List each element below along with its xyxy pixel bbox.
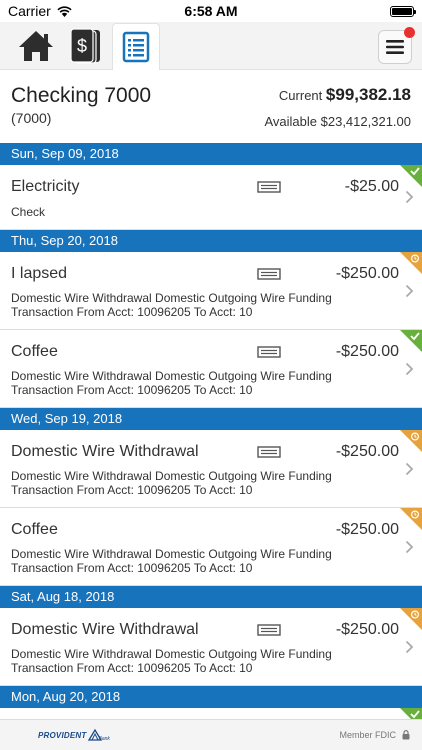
transaction-description: Domestic Wire Withdrawal Domestic Outgoi… bbox=[11, 469, 332, 497]
transaction-description: Domestic Wire Withdrawal Domestic Outgoi… bbox=[11, 291, 332, 319]
date-header: Mon, Aug 20, 2018 bbox=[0, 686, 422, 708]
home-icon bbox=[19, 31, 53, 61]
account-header: Checking 7000 (7000) Current $99,382.18 … bbox=[0, 70, 422, 142]
pending-status-icon bbox=[400, 252, 422, 274]
transaction-row[interactable]: Coffee -$250.00 Domestic Wire Withdrawal… bbox=[0, 330, 422, 408]
tab-home[interactable] bbox=[12, 23, 60, 69]
transaction-list[interactable]: Sun, Sep 09, 2018 Electricity -$25.00 Ch… bbox=[0, 143, 422, 719]
chevron-right-icon bbox=[405, 190, 414, 204]
chevron-right-icon bbox=[405, 462, 414, 475]
transaction-title: Domestic Wire Withdrawal bbox=[11, 621, 199, 638]
transaction-row[interactable]: Domestic Wire Withdrawal -$250.00 Domest… bbox=[0, 430, 422, 508]
check-image-icon[interactable] bbox=[257, 346, 281, 358]
hamburger-menu-icon bbox=[386, 40, 404, 54]
transaction-amount: -$250.00 bbox=[335, 443, 399, 460]
transaction-amount: -$250.00 bbox=[335, 343, 399, 360]
date-header: Wed, Sep 19, 2018 bbox=[0, 408, 422, 430]
status-bar: Carrier 6:58 AM bbox=[0, 0, 422, 22]
wifi-icon bbox=[57, 5, 72, 17]
member-fdic: Member FDIC bbox=[339, 730, 410, 740]
top-nav: $ bbox=[0, 22, 422, 70]
check-image-icon[interactable] bbox=[257, 446, 281, 458]
date-header: Thu, Sep 20, 2018 bbox=[0, 230, 422, 252]
account-balances: Current $99,382.18 Available $23,412,321… bbox=[264, 86, 411, 131]
chevron-right-icon bbox=[405, 640, 414, 653]
current-label: Current bbox=[278, 88, 323, 103]
document-list-icon bbox=[122, 31, 150, 63]
transaction-description: Domestic Wire Withdrawal Domestic Outgoi… bbox=[11, 547, 332, 575]
battery-icon bbox=[390, 5, 416, 17]
transaction-description: Check bbox=[11, 205, 46, 219]
chevron-right-icon bbox=[405, 540, 414, 553]
pending-status-icon bbox=[400, 430, 422, 452]
menu-button[interactable] bbox=[378, 27, 415, 64]
transaction-description: Domestic Wire Withdrawal Domestic Outgoi… bbox=[11, 647, 332, 675]
transaction-amount: -$25.00 bbox=[344, 178, 399, 195]
transaction-amount: -$250.00 bbox=[335, 265, 399, 282]
current-balance: $99,382.18 bbox=[325, 85, 411, 104]
cash-icon: $ bbox=[70, 28, 100, 64]
tab-money[interactable]: $ bbox=[62, 23, 110, 69]
transaction-row[interactable]: Domestic Wire Withdrawal -$250.00 Domest… bbox=[0, 608, 422, 686]
chevron-right-icon bbox=[405, 284, 414, 297]
transaction-title: Domestic Wire Withdrawal bbox=[11, 443, 199, 460]
cleared-status-icon bbox=[400, 165, 422, 187]
available-balance: $23,412,321.00 bbox=[320, 114, 411, 129]
date-header: Sat, Aug 18, 2018 bbox=[0, 586, 422, 608]
chevron-right-icon bbox=[405, 362, 414, 375]
carrier-label: Carrier bbox=[8, 3, 51, 19]
transaction-amount: -$250.00 bbox=[335, 621, 399, 638]
transaction-description: Domestic Wire Withdrawal Domestic Outgoi… bbox=[11, 369, 332, 397]
transaction-title: I lapsed bbox=[11, 265, 68, 282]
check-image-icon[interactable] bbox=[257, 624, 281, 636]
transaction-row[interactable] bbox=[0, 708, 422, 719]
footer: PROVIDENT Bank Member FDIC bbox=[0, 719, 422, 750]
date-header: Sun, Sep 09, 2018 bbox=[0, 143, 422, 165]
transaction-amount: -$250.00 bbox=[335, 521, 399, 538]
cleared-status-icon bbox=[400, 708, 422, 719]
notification-dot bbox=[404, 27, 415, 38]
check-image-icon[interactable] bbox=[257, 181, 281, 193]
tab-accounts[interactable] bbox=[112, 23, 160, 70]
cleared-status-icon bbox=[400, 330, 422, 352]
transaction-row[interactable]: Coffee -$250.00 Domestic Wire Withdrawal… bbox=[0, 508, 422, 586]
transaction-title: Electricity bbox=[11, 178, 80, 195]
pending-status-icon bbox=[400, 608, 422, 630]
transaction-row[interactable]: Electricity -$25.00 Check bbox=[0, 165, 422, 230]
pending-status-icon bbox=[400, 508, 422, 530]
transaction-row[interactable]: I lapsed -$250.00 Domestic Wire Withdraw… bbox=[0, 252, 422, 330]
svg-text:$: $ bbox=[77, 36, 87, 56]
lock-icon bbox=[402, 730, 410, 740]
transaction-title: Coffee bbox=[11, 343, 58, 360]
check-image-icon[interactable] bbox=[257, 268, 281, 280]
available-label: Available bbox=[264, 114, 317, 129]
bank-logo: PROVIDENT Bank bbox=[38, 729, 110, 742]
transaction-title: Coffee bbox=[11, 521, 58, 538]
